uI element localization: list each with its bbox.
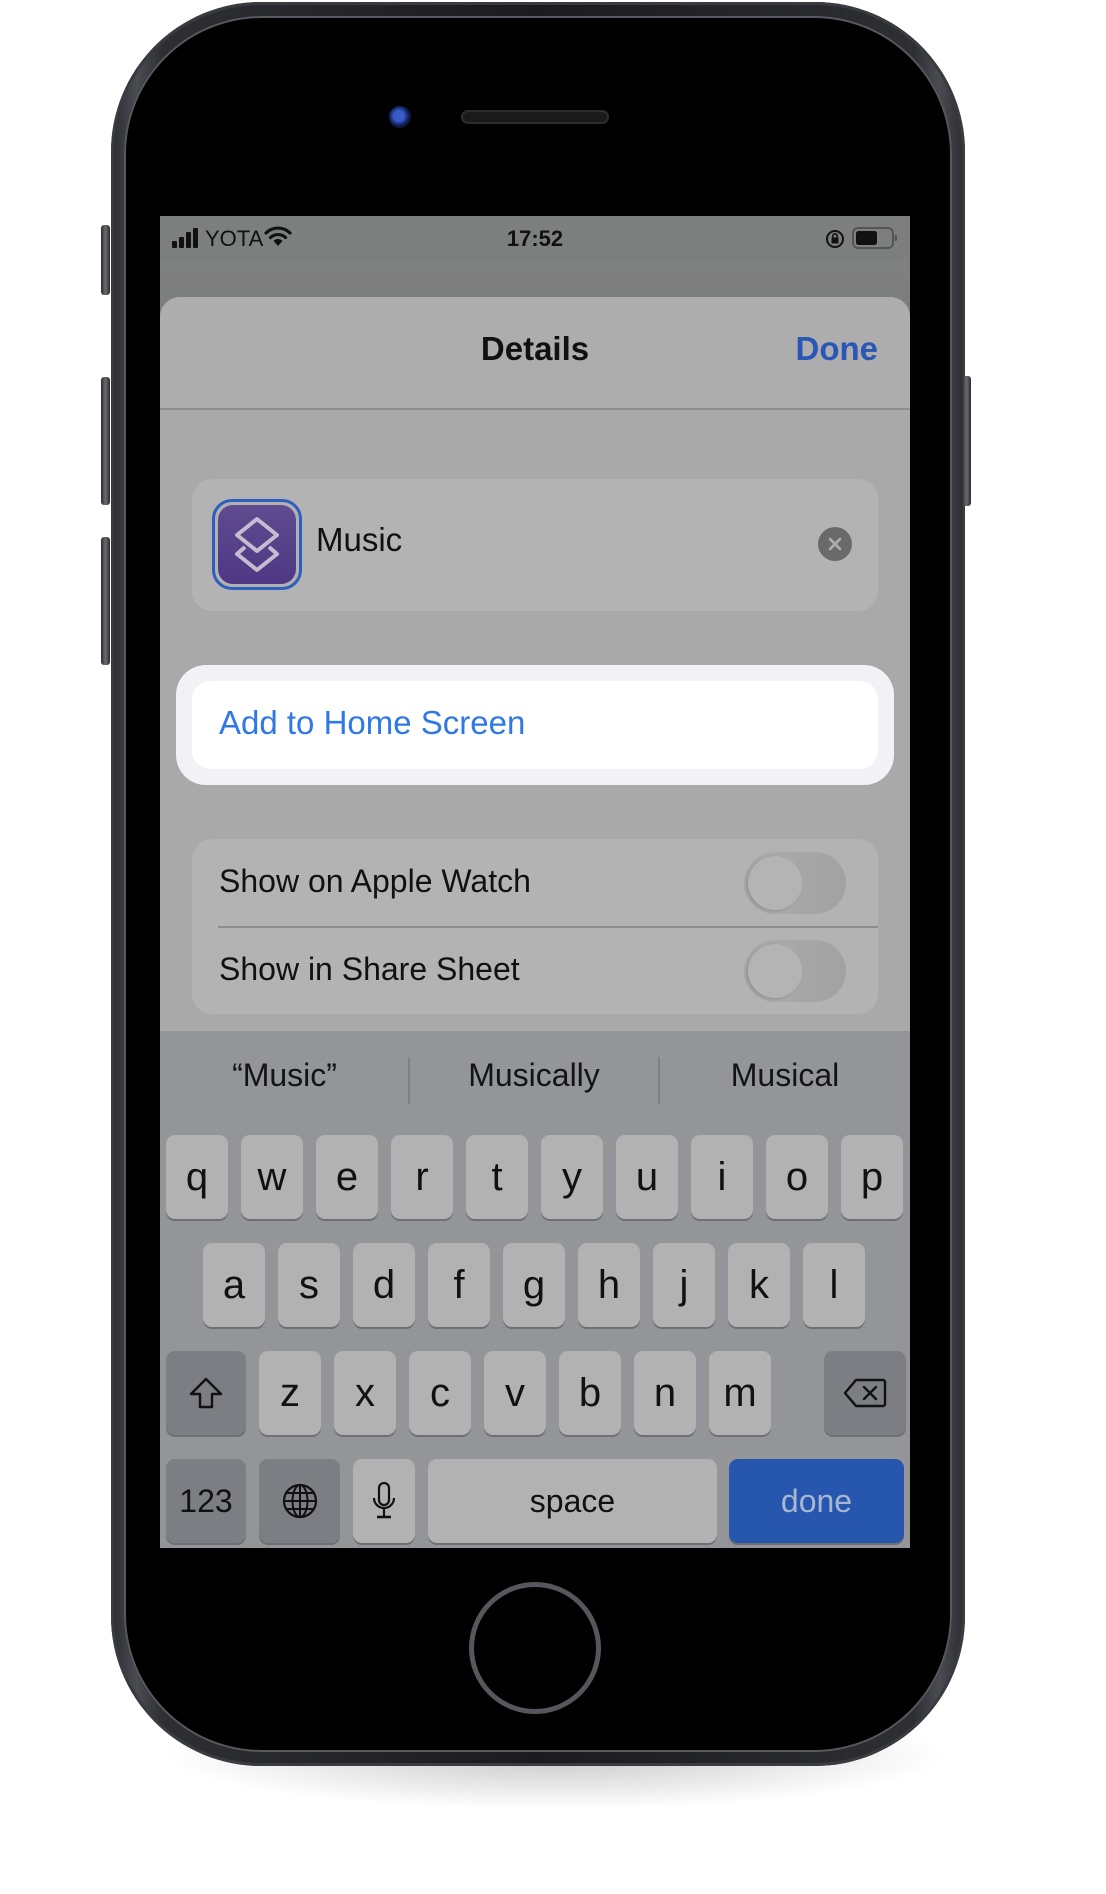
key-k[interactable]: k: [728, 1243, 790, 1327]
backspace-icon: [843, 1378, 887, 1408]
front-camera-icon: [389, 106, 411, 128]
key-n[interactable]: n: [634, 1351, 696, 1435]
key-i[interactable]: i: [691, 1135, 753, 1219]
keyboard: “Music” Musically Musical qwertyuiop asdf…: [160, 1031, 910, 1548]
key-j[interactable]: j: [653, 1243, 715, 1327]
shortcut-icon-button[interactable]: [212, 499, 302, 590]
globe-key[interactable]: [259, 1459, 340, 1543]
status-bar: YOTA 17:52: [160, 216, 910, 260]
key-s[interactable]: s: [278, 1243, 340, 1327]
toggle-settings-card: Show on Apple Watch Show in Share Sheet: [192, 839, 878, 1014]
clock: 17:52: [506, 226, 564, 251]
key-a[interactable]: a: [203, 1243, 265, 1327]
delete-key[interactable]: [824, 1351, 906, 1435]
show-on-apple-watch-toggle[interactable]: [744, 852, 846, 914]
keyboard-done-key[interactable]: done: [729, 1459, 904, 1543]
space-key[interactable]: space: [428, 1459, 717, 1543]
shortcut-name-input[interactable]: Music: [316, 521, 402, 559]
clear-text-button[interactable]: [818, 527, 852, 561]
suggestion-bar: “Music” Musically Musical: [160, 1031, 910, 1115]
microphone-icon: [372, 1481, 396, 1519]
key-v[interactable]: v: [484, 1351, 546, 1435]
key-d[interactable]: d: [353, 1243, 415, 1327]
show-in-share-sheet-toggle[interactable]: [744, 940, 846, 1002]
numbers-key[interactable]: 123: [166, 1459, 246, 1543]
key-r[interactable]: r: [391, 1135, 453, 1219]
key-p[interactable]: p: [841, 1135, 903, 1219]
key-q[interactable]: q: [166, 1135, 228, 1219]
mute-switch: [101, 225, 110, 295]
globe-icon: [282, 1483, 317, 1519]
toggle-label: Show on Apple Watch: [219, 863, 531, 899]
suggestion-item[interactable]: “Music”: [160, 1057, 409, 1094]
add-to-home-screen-button[interactable]: Add to Home Screen: [192, 681, 878, 769]
key-c[interactable]: c: [409, 1351, 471, 1435]
close-icon: [828, 537, 842, 551]
key-z[interactable]: z: [259, 1351, 321, 1435]
earpiece-speaker: [461, 110, 609, 124]
volume-down-button: [101, 537, 110, 665]
home-button[interactable]: [469, 1582, 601, 1714]
sheet-header: Details Done: [160, 297, 910, 410]
power-button: [962, 376, 971, 506]
screen: YOTA 17:52 Cancel Next Details Done: [160, 216, 910, 1548]
key-b[interactable]: b: [559, 1351, 621, 1435]
key-w[interactable]: w: [241, 1135, 303, 1219]
shift-icon: [189, 1377, 223, 1409]
shortcuts-layers-icon: [235, 516, 279, 572]
key-e[interactable]: e: [316, 1135, 378, 1219]
key-h[interactable]: h: [578, 1243, 640, 1327]
volume-up-button: [101, 377, 110, 505]
add-to-home-screen-label: Add to Home Screen: [219, 704, 526, 741]
show-on-apple-watch-row: Show on Apple Watch: [192, 839, 878, 926]
key-t[interactable]: t: [466, 1135, 528, 1219]
key-l[interactable]: l: [803, 1243, 865, 1327]
shortcut-name-row: Music: [192, 479, 878, 611]
key-y[interactable]: y: [541, 1135, 603, 1219]
add-to-home-highlight: Add to Home Screen: [176, 665, 894, 785]
suggestion-item[interactable]: Musical: [660, 1057, 910, 1094]
show-in-share-sheet-row: Show in Share Sheet: [192, 927, 878, 1014]
key-x[interactable]: x: [334, 1351, 396, 1435]
suggestion-item[interactable]: Musically: [410, 1057, 658, 1094]
shift-key[interactable]: [166, 1351, 246, 1435]
dictation-key[interactable]: [353, 1459, 415, 1543]
key-m[interactable]: m: [709, 1351, 771, 1435]
key-g[interactable]: g: [503, 1243, 565, 1327]
battery-icon: [852, 227, 897, 249]
key-f[interactable]: f: [428, 1243, 490, 1327]
toggle-label: Show in Share Sheet: [219, 951, 520, 987]
key-o[interactable]: o: [766, 1135, 828, 1219]
key-u[interactable]: u: [616, 1135, 678, 1219]
orientation-lock-icon: [826, 230, 844, 248]
done-button[interactable]: Done: [796, 330, 879, 368]
